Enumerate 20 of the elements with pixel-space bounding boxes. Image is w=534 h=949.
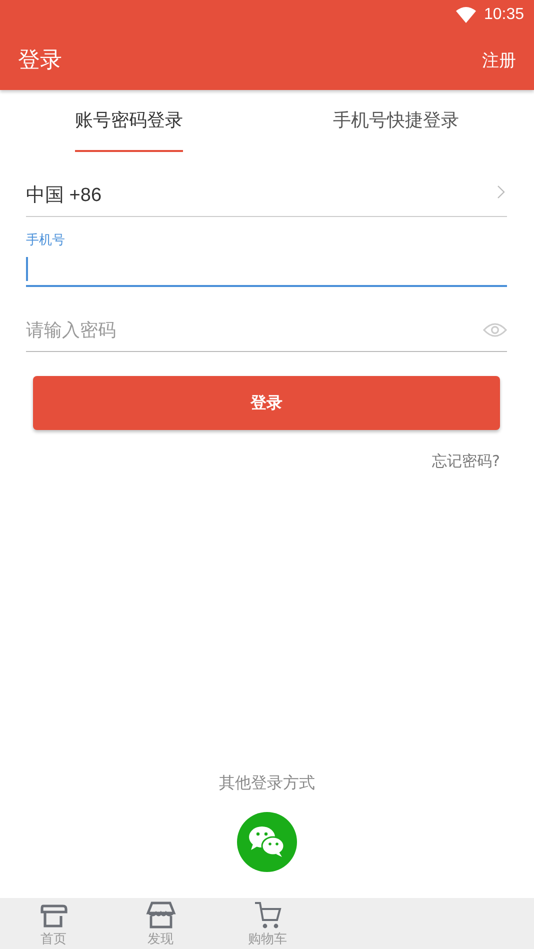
login-button[interactable]: 登录 — [33, 376, 500, 430]
cart-icon — [252, 900, 282, 930]
wifi-icon — [456, 7, 476, 23]
nav-tab[interactable]: 购物车 — [214, 898, 321, 949]
forgot-password-link[interactable]: 忘记密码? — [432, 452, 507, 471]
chat-bubbles-icon[interactable] — [237, 812, 297, 872]
register-link[interactable]: 注册 — [482, 48, 516, 72]
shop-awning-icon — [146, 900, 176, 930]
nav-tab[interactable]: 首页 — [0, 898, 107, 949]
phone-field[interactable]: 手机号 — [26, 217, 507, 287]
country-selector[interactable]: 中国 +86 — [26, 174, 507, 217]
other-login-label: 其他登录方式 — [219, 773, 315, 794]
password-field[interactable]: 请输入密码 — [26, 320, 483, 340]
login-tab[interactable]: 账号密码登录 — [75, 90, 183, 152]
chevron-right-icon — [497, 185, 505, 199]
login-tab[interactable]: 手机号快捷登录 — [333, 90, 459, 152]
status-time: 10:35 — [484, 6, 524, 24]
page-title: 登录 — [18, 47, 62, 75]
nav-tab[interactable]: 发现 — [107, 898, 214, 949]
eye-icon[interactable] — [483, 322, 507, 338]
